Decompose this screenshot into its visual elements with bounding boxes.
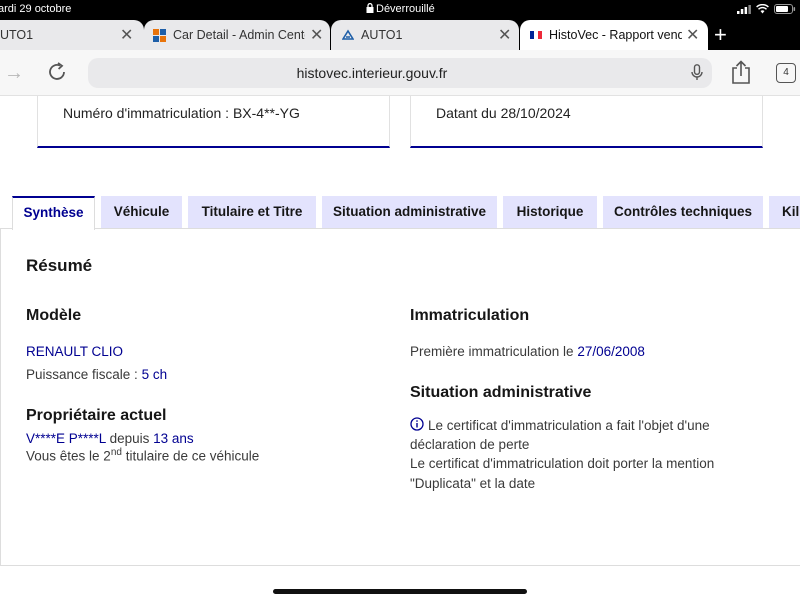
model-name: RENAULT CLIO <box>26 344 124 359</box>
admin-situation-heading: Situation administrative <box>410 384 592 401</box>
synthese-panel: Résumé Modèle RENAULT CLIO Puissance fis… <box>0 228 800 566</box>
lock-icon <box>366 2 374 13</box>
address-bar[interactable]: histovec.interieur.gouv.fr <box>88 58 712 88</box>
owner-rank: Vous êtes le 2nd titulaire de ce véhicul… <box>26 447 259 464</box>
report-date: Datant du 28/10/2024 <box>436 105 571 121</box>
status-bar: ardi 29 octobre Déverrouillé <box>0 0 800 20</box>
browser-tab-title: Car Detail - Admin Cente <box>173 28 305 42</box>
share-icon[interactable] <box>731 60 751 84</box>
tab-historique[interactable]: Historique <box>503 196 597 228</box>
fiscal-power-value: 5 ch <box>141 367 168 382</box>
date-card: Datant du 28/10/2024 <box>410 96 763 148</box>
info-icon <box>410 417 424 431</box>
registration-number: Numéro d'immatriculation : BX-4**-YG <box>63 105 300 121</box>
status-icons <box>737 4 796 14</box>
owner-rank-prefix: Vous êtes le 2 <box>26 448 111 464</box>
browser-tab-title: AUTO1 <box>361 28 403 42</box>
lock-label: Déverrouillé <box>376 3 435 15</box>
battery-icon <box>774 4 796 14</box>
browser-tab-title: HistoVec - Rapport vendeu <box>549 28 682 42</box>
address-url[interactable]: histovec.interieur.gouv.fr <box>88 65 656 81</box>
browser-tab-auto1[interactable]: AUTO1 ✕ <box>331 20 519 50</box>
owner-since-label: depuis <box>109 431 150 446</box>
first-registration-label: Première immatriculation le <box>410 344 574 359</box>
tab-kilometrage[interactable]: Kil <box>769 196 800 228</box>
fiscal-power: Puissance fiscale : 5 ch <box>26 367 167 382</box>
cellular-signal-icon <box>737 4 751 14</box>
wifi-icon <box>756 4 769 14</box>
grid-logo-icon <box>153 28 166 42</box>
browser-tab-auto1-first[interactable]: UTO1 ✕ <box>0 20 144 50</box>
tab-vehicule[interactable]: Véhicule <box>101 196 182 228</box>
model-heading: Modèle <box>26 307 82 324</box>
admin-line-2: déclaration de perte <box>410 437 530 452</box>
tab-synthese[interactable]: Synthèse <box>12 196 95 230</box>
new-tab-button[interactable]: + <box>714 22 727 48</box>
forward-icon[interactable]: → <box>4 62 24 85</box>
browser-tab-car-detail[interactable]: Car Detail - Admin Cente ✕ <box>144 20 330 50</box>
owner-rank-sup: nd <box>110 447 122 458</box>
browser-tab-title: UTO1 <box>0 28 34 42</box>
close-tab-icon[interactable]: ✕ <box>120 25 133 45</box>
page-content: Numéro d'immatriculation : BX-4**-YG Dat… <box>0 96 800 600</box>
browser-tab-strip: UTO1 ✕ Car Detail - Admin Cente ✕ AUTO1 … <box>0 20 800 50</box>
owner-rank-suffix: titulaire de ce véhicule <box>125 448 260 464</box>
home-indicator[interactable] <box>273 589 527 594</box>
reload-icon[interactable] <box>46 61 68 83</box>
first-registration-date: 27/06/2008 <box>577 344 645 359</box>
registration-card: Numéro d'immatriculation : BX-4**-YG <box>37 96 390 148</box>
owner-line: V****E P****L depuis 13 ans <box>26 431 194 446</box>
owner-heading: Propriétaire actuel <box>26 407 167 424</box>
microphone-icon[interactable] <box>691 64 703 81</box>
admin-line-4: "Duplicata" et la date <box>410 476 536 491</box>
fiscal-power-label: Puissance fiscale : <box>26 367 138 382</box>
resume-heading: Résumé <box>26 256 93 275</box>
close-tab-icon[interactable]: ✕ <box>686 25 699 45</box>
browser-toolbar: → histovec.interieur.gouv.fr 4 <box>0 50 800 96</box>
admin-line-3: Le certificat d'immatriculation doit por… <box>410 456 715 471</box>
close-tab-icon[interactable]: ✕ <box>498 25 511 45</box>
owner-since-value: 13 ans <box>153 431 194 446</box>
owner-name: V****E P****L <box>26 431 106 446</box>
auto1-logo-icon <box>342 29 354 40</box>
tab-situation-administrative[interactable]: Situation administrative <box>322 196 497 228</box>
french-flag-icon <box>530 31 542 39</box>
report-tabs: Synthèse Véhicule Titulaire et Titre Sit… <box>0 196 800 230</box>
admin-line-1: Le certificat d'immatriculation a fait l… <box>410 417 710 433</box>
first-registration: Première immatriculation le 27/06/2008 <box>410 344 645 359</box>
browser-tab-histovec[interactable]: HistoVec - Rapport vendeu ✕ <box>520 20 708 50</box>
admin-line-1-text: Le certificat d'immatriculation a fait l… <box>428 418 710 433</box>
immatriculation-heading: Immatriculation <box>410 307 530 324</box>
tab-count-button[interactable]: 4 <box>776 63 796 83</box>
close-tab-icon[interactable]: ✕ <box>310 25 323 45</box>
status-date: ardi 29 octobre <box>0 3 72 15</box>
tab-controles-techniques[interactable]: Contrôles techniques <box>603 196 763 228</box>
lock-status: Déverrouillé <box>366 2 435 15</box>
tab-titulaire-titre[interactable]: Titulaire et Titre <box>188 196 316 228</box>
